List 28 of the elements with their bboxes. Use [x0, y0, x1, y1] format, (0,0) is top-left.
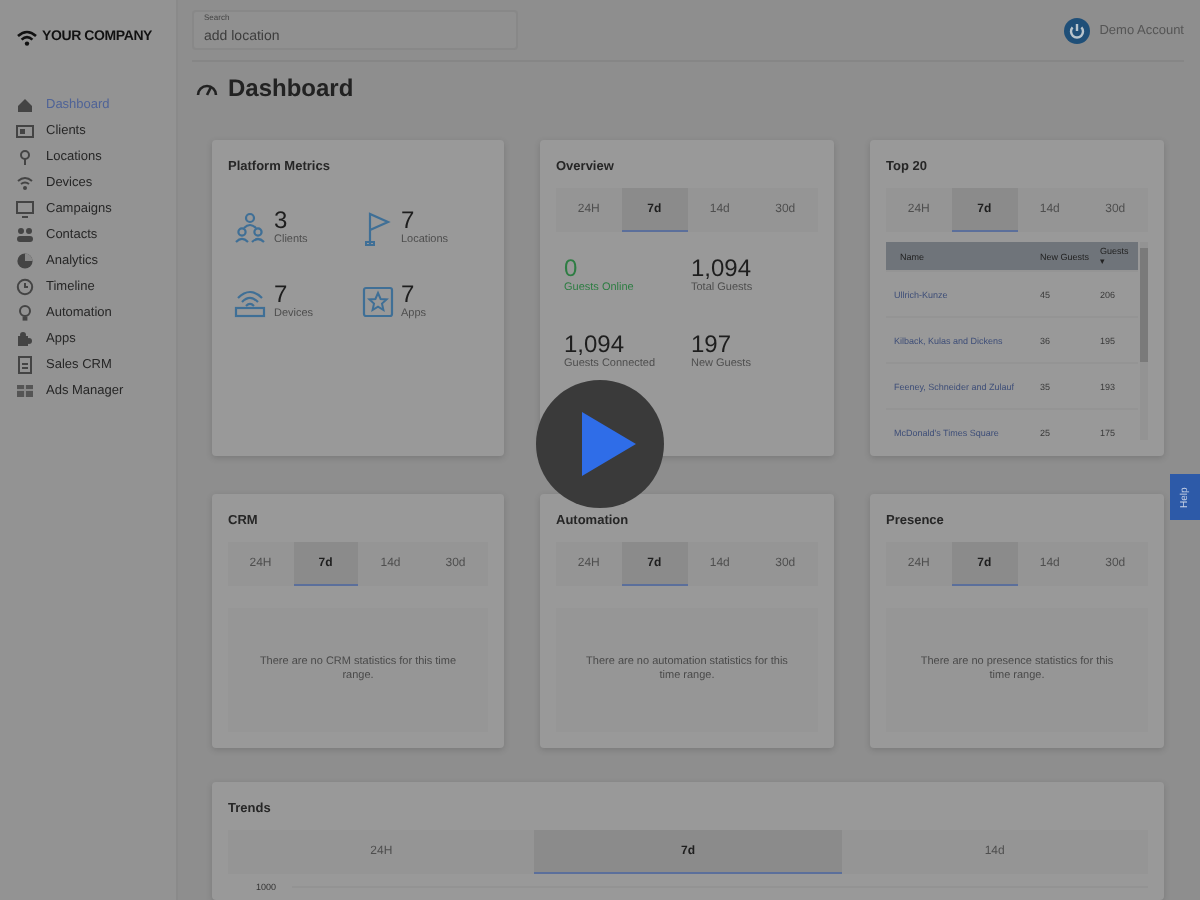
metric-value: 3 — [274, 208, 290, 234]
metric-value: 7 — [401, 282, 417, 308]
stat-value: 1,094 — [691, 256, 754, 282]
table-icon — [16, 382, 34, 400]
metric-value: 7 — [401, 208, 417, 234]
home-icon — [16, 96, 34, 114]
power-icon — [1063, 17, 1090, 43]
id-card-icon — [16, 122, 34, 140]
play-icon — [578, 410, 638, 478]
pin-icon — [16, 148, 34, 166]
lightbulb-icon — [16, 304, 34, 322]
pie-chart-icon — [16, 252, 34, 270]
wifi-icon — [16, 28, 38, 46]
wifi-icon — [16, 174, 34, 192]
clock-icon — [16, 278, 34, 296]
router-icon — [234, 286, 266, 320]
stat-value: 197 — [691, 332, 734, 358]
page-title: Dashboard — [228, 74, 354, 102]
people-icon — [16, 226, 34, 244]
metric-value: 7 — [274, 282, 290, 308]
monitor-icon — [16, 200, 34, 218]
gauge-icon — [196, 80, 218, 96]
flag-icon — [361, 212, 393, 246]
people-icon — [234, 212, 266, 246]
document-icon — [16, 356, 34, 374]
stat-value: 1,094 — [564, 332, 627, 358]
stat-value: 0 — [564, 256, 580, 282]
puzzle-icon — [16, 330, 34, 348]
